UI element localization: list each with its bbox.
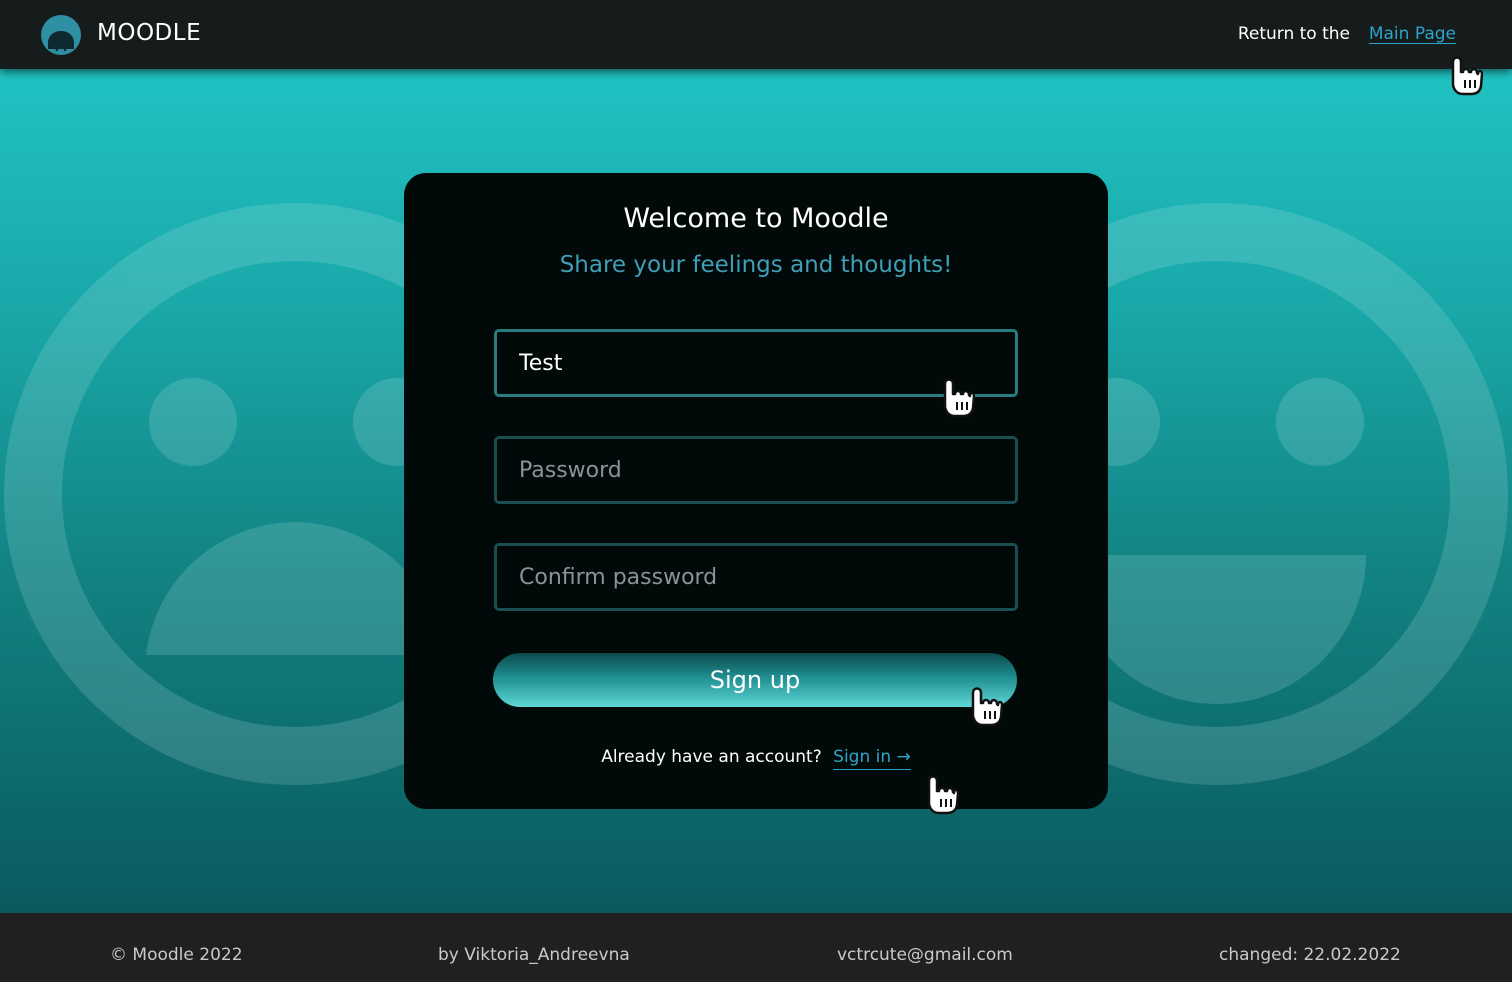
sign-up-button[interactable]: Sign up [493, 653, 1017, 707]
main-page-link[interactable]: Main Page [1369, 24, 1456, 44]
footer: © Moodle 2022 by Viktoria_Andreevna vctr… [0, 913, 1512, 982]
sign-in-label: Sign in [833, 747, 892, 767]
hand-pointer-icon [971, 687, 1003, 727]
return-text: Return to the [1237, 24, 1350, 44]
arrow-right-icon: → [896, 747, 911, 767]
svg-text:M: M [55, 40, 68, 55]
footer-author: by Viktoria_Andreevna [438, 945, 630, 965]
sign-in-link[interactable]: Sign in → [833, 747, 911, 770]
main-area: Welcome to Moodle Share your feelings an… [0, 69, 1512, 913]
hand-pointer-icon [943, 378, 975, 418]
account-line: Already have an account? Sign in → [404, 747, 1108, 770]
hand-pointer-icon [1451, 56, 1483, 96]
account-question: Already have an account? [601, 747, 822, 767]
footer-changed: changed: 22.02.2022 [1219, 945, 1401, 965]
confirm-password-field[interactable] [494, 543, 1018, 611]
top-header: M MOODLE Return to the Main Page [0, 0, 1512, 69]
card-subtitle: Share your feelings and thoughts! [559, 252, 953, 278]
brand-name: MOODLE [97, 20, 202, 46]
card-title: Welcome to Moodle [623, 203, 889, 234]
footer-email: vctrcute@gmail.com [837, 945, 1013, 965]
password-field[interactable] [494, 436, 1018, 504]
moodle-logo-icon[interactable]: M [40, 13, 82, 57]
hand-pointer-icon [927, 775, 959, 815]
footer-copyright: © Moodle 2022 [110, 945, 243, 965]
